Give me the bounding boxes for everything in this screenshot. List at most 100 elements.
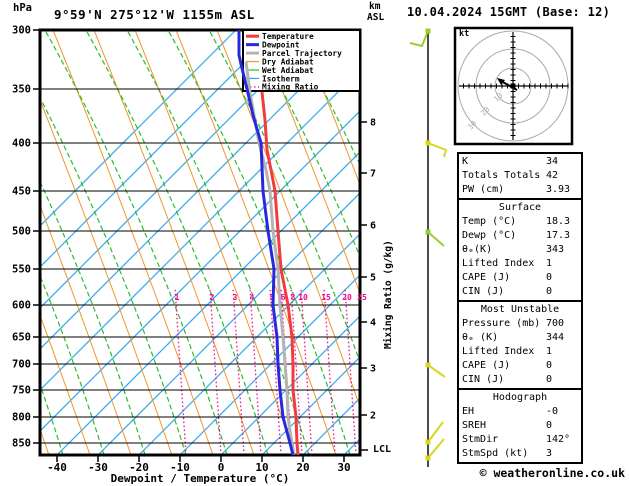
indices-row: θₑ (K) 344 <box>462 331 578 345</box>
altitude-tick-label: 8 <box>370 118 376 129</box>
indices-row-label: Dewp (°C) <box>462 230 517 241</box>
lcl-label: LCL <box>373 444 392 455</box>
pressure-tick-label: 700 <box>12 359 31 371</box>
indices-section-title: Most Unstable <box>480 304 560 315</box>
dry-adiabat-line <box>52 30 214 455</box>
indices-row-label: CAPE (J) <box>462 272 511 283</box>
skewt-sounding-page: 1 2 3 4 5 6 8 10 15 20 25 Temperature Dewpoint Parcel… <box>0 0 629 486</box>
indices-row-value: -0 <box>546 406 559 417</box>
pressure-tick-label: 750 <box>12 385 31 397</box>
pressure-axis-unit: hPa <box>13 2 32 14</box>
indices-row: CIN (J) 0 <box>462 285 578 299</box>
isotherm-line <box>40 30 278 268</box>
mixing-ratio-line <box>174 287 187 455</box>
plot-border <box>38 28 362 457</box>
dry-adiabat-line <box>216 30 360 409</box>
indices-row: Lifted Index 1 <box>462 257 578 271</box>
indices-row: Pressure (mb) 700 <box>462 317 578 331</box>
mixing-ratio-value-label: 4 <box>250 293 255 302</box>
indices-row: θₑ(K) 343 <box>462 243 578 257</box>
altitude-axis-unit-asl: ASL <box>367 12 385 23</box>
dry-adiabat-line <box>0 30 8 455</box>
indices-row: PW (cm) 3.93 <box>462 183 578 197</box>
indices-section-most-unstable: Most Unstable Pressure (mb) 700 θₑ (K) 344 Li… <box>457 300 583 390</box>
mixing-ratio-value-label: 20 <box>342 293 352 302</box>
indices-row: Dewp (°C) 17.3 <box>462 229 578 243</box>
indices-section-hodograph: Hodograph EH -0 SREH 0 StmDir 142° StmSpd (kt) 3 <box>457 388 583 464</box>
altitude-axis-unit-km: km <box>369 1 381 12</box>
indices-row: CAPE (J) 0 <box>462 271 578 285</box>
mixing-ratio-line <box>323 287 336 455</box>
altitude-tick-label: 5 <box>370 273 376 284</box>
indices-section: K 34 Totals Totals 42 PW (cm) 3.93 <box>457 152 583 200</box>
altitude-tick-label: 4 <box>370 318 376 329</box>
pressure-tick-label: 400 <box>12 138 31 150</box>
pressure-tick-label: 500 <box>12 226 31 238</box>
indices-row-value: 344 <box>546 332 565 343</box>
indices-row: Totals Totals 42 <box>462 169 578 183</box>
mixing-ratio-line <box>344 287 357 455</box>
indices-row-label: Pressure (mb) <box>462 318 541 329</box>
x-axis-title: Dewpoint / Temperature (°C) <box>110 472 290 485</box>
indices-row-label: θₑ (K) <box>462 332 499 343</box>
indices-row-label: Lifted Index <box>462 346 535 357</box>
run-datetime: 10.04.2024 15GMT (Base: 12) <box>407 5 611 19</box>
altitude-tick-label: 6 <box>370 221 376 232</box>
indices-row: EH -0 <box>462 405 578 419</box>
dry-adiabat-line <box>93 30 255 455</box>
indices-row: StmDir 142° <box>462 433 578 447</box>
indices-row-value: 3.93 <box>546 184 571 195</box>
indices-row-value: 142° <box>546 434 571 445</box>
wind-barb-node <box>425 28 431 34</box>
indices-row: Lifted Index 1 <box>462 345 578 359</box>
indices-row-label: CIN (J) <box>462 374 505 385</box>
indices-section-title: Surface <box>498 202 542 213</box>
indices-row-value: 17.3 <box>546 230 571 241</box>
mixing-ratio-value-label: 25 <box>357 293 367 302</box>
wind-barb <box>427 364 446 378</box>
mixing-ratio-value-label: 1 <box>175 293 180 302</box>
dry-adiabat-line <box>175 30 337 455</box>
mixing-ratio-value-label: 8 <box>291 293 296 302</box>
wind-barb-node <box>425 362 431 368</box>
indices-section-title: Hodograph <box>492 392 548 403</box>
isotherm-line <box>40 110 360 432</box>
mixing-ratio-line <box>232 287 245 455</box>
indices-row-label: PW (cm) <box>462 184 505 195</box>
mixing-ratio-value-label: 2 <box>210 293 215 302</box>
indices-row-value: 343 <box>546 244 565 255</box>
indices-row-label: CIN (J) <box>462 286 505 297</box>
indices-row-value: 42 <box>546 170 559 181</box>
hodograph: 102030 <box>453 26 574 146</box>
wind-barb <box>409 30 429 48</box>
hodograph-unit-label: kt <box>459 29 470 39</box>
indices-row-label: θₑ(K) <box>462 244 493 255</box>
indices-row: CAPE (J) 0 <box>462 359 578 373</box>
indices-row-value: 18.3 <box>546 216 571 227</box>
mixing-ratio-value-label: 15 <box>321 293 331 302</box>
pressure-tick-label: 850 <box>12 438 31 450</box>
pressure-tick-label: 550 <box>12 264 31 276</box>
pressure-tick-label: 350 <box>12 84 31 96</box>
mixing-ratio-line <box>209 287 222 455</box>
indices-row-value: 3 <box>546 448 553 459</box>
wind-barb-node <box>425 439 431 445</box>
indices-row-label: Totals Totals <box>462 170 541 181</box>
indices-row-label: Lifted Index <box>462 258 535 269</box>
altitude-tick-label: 7 <box>370 169 376 180</box>
indices-row-label: StmDir <box>462 434 499 445</box>
wind-barb <box>427 421 444 443</box>
wet-adiabat-line <box>290 30 360 167</box>
dry-adiabat-line <box>257 30 360 295</box>
indices-row-value: 34 <box>546 156 559 167</box>
mixing-ratio-axis-label: Mixing Ratio (g/kg) <box>383 240 394 349</box>
indices-row-label: EH <box>462 406 475 417</box>
indices-row-value: 1 <box>546 258 553 269</box>
indices-row-value: 700 <box>546 318 565 329</box>
wind-barb-node <box>425 455 431 461</box>
indices-row-label: CAPE (J) <box>462 360 511 371</box>
indices-row: K 34 <box>462 155 578 169</box>
indices-row-value: 0 <box>546 420 553 431</box>
pressure-tick-label: 800 <box>12 412 31 424</box>
altitude-tick-label: 2 <box>370 411 376 422</box>
